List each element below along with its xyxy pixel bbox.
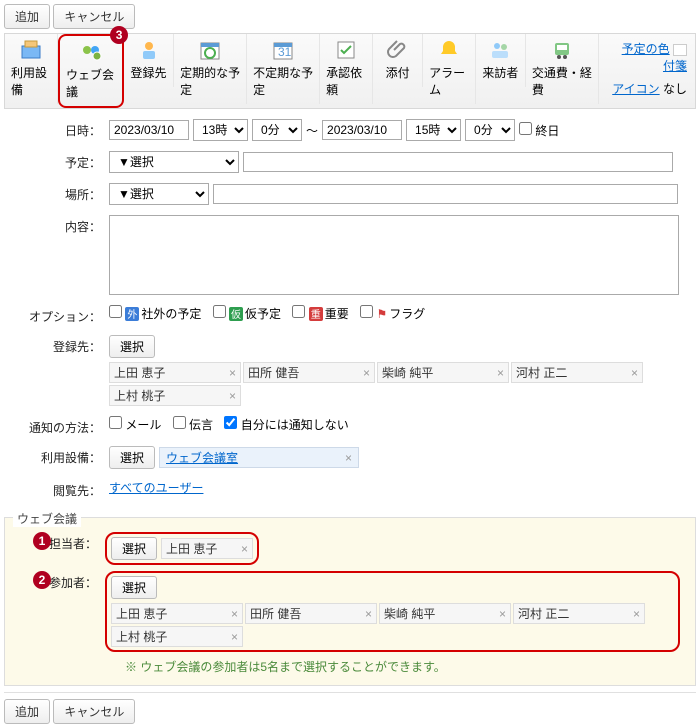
reg-tag: 田所 健吾× [243, 362, 375, 383]
tb-register[interactable]: 登録先 [124, 34, 174, 87]
icon-link[interactable]: アイコン [612, 82, 659, 96]
plan-text[interactable] [243, 152, 673, 172]
part-tag: 田所 健吾× [245, 603, 377, 624]
content-textarea[interactable] [109, 215, 679, 295]
part-tag: 上村 桃子× [111, 626, 243, 647]
opt-flag-check[interactable] [360, 305, 373, 318]
participants-note: ※ ウェブ会議の参加者は5名まで選択することができます。 [125, 658, 685, 675]
tb-web-meeting[interactable]: 3 ウェブ会議 [58, 34, 124, 108]
notify-dengon-check[interactable] [173, 416, 186, 429]
allday-label[interactable]: 終日 [519, 122, 559, 139]
viewers-label: 閲覧先： [14, 479, 109, 499]
place-text[interactable] [213, 184, 678, 204]
add-button-top[interactable]: 追加 [4, 4, 50, 29]
place-select[interactable]: ▼選択 [109, 183, 209, 205]
part-tag: 河村 正二× [513, 603, 645, 624]
tb-irregular[interactable]: 31不定期な予定 [247, 34, 320, 104]
hour-to[interactable]: 15時 [406, 119, 461, 141]
color-swatch[interactable] [673, 44, 687, 56]
allday-check[interactable] [519, 122, 532, 135]
host-select-btn[interactable]: 選択 [111, 537, 157, 560]
opt-important-check[interactable] [292, 305, 305, 318]
flag-icon: ⚑ [376, 307, 387, 321]
host-box: 選択 上田 恵子× [105, 532, 259, 565]
web-meeting-legend: ウェブ会議 [13, 510, 81, 527]
reg-tag: 上田 恵子× [109, 362, 241, 383]
remove-icon[interactable]: × [363, 366, 370, 380]
tb-alarm[interactable]: アラーム [423, 34, 476, 104]
svg-text:31: 31 [278, 45, 292, 59]
host-tag: 上田 恵子× [161, 538, 253, 559]
tb-attach[interactable]: 添付 [373, 34, 423, 87]
tb-facility[interactable]: 利用設備 [5, 34, 58, 104]
out-icon: 外 [125, 307, 139, 321]
toolbar-right: 予定の色 付箋 アイコン なし [599, 34, 695, 103]
part-tag: 上田 恵子× [111, 603, 243, 624]
notify-mail-check[interactable] [109, 416, 122, 429]
toolbar: 利用設備 3 ウェブ会議 登録先 定期的な予定 31不定期な予定 承認依頼 添付… [4, 33, 696, 109]
min-to[interactable]: 0分 [465, 119, 515, 141]
date-to[interactable] [322, 120, 402, 140]
tb-transport[interactable]: 交通費・経費 [526, 34, 599, 104]
form-area: 日時： 13時 0分 ～ 15時 0分 終日 予定： ▼選択 場所： ▼選択 内… [4, 109, 696, 513]
plan-label: 予定： [14, 151, 109, 171]
cancel-button-bottom[interactable]: キャンセル [53, 699, 135, 724]
content-label: 内容： [14, 215, 109, 235]
tb-recurring[interactable]: 定期的な予定 [174, 34, 247, 104]
remove-icon[interactable]: × [497, 366, 504, 380]
facility-link[interactable]: ウェブ会議室 [166, 449, 238, 466]
notify-none-check[interactable] [224, 416, 237, 429]
remove-icon[interactable]: × [241, 542, 248, 556]
register-tags: 上田 恵子× 田所 健吾× 柴崎 純平× 河村 正二× 上村 桃子× [109, 362, 643, 406]
web-meeting-section: ウェブ会議 1 担当者： 選択 上田 恵子× 2 参加者： 選択 上田 恵子× … [4, 517, 696, 686]
hour-from[interactable]: 13時 [193, 119, 248, 141]
remove-icon[interactable]: × [499, 607, 506, 621]
reg-tag: 柴崎 純平× [377, 362, 509, 383]
place-label: 場所： [14, 183, 109, 203]
participants-box: 選択 上田 恵子× 田所 健吾× 柴崎 純平× 河村 正二× 上村 桃子× [105, 571, 680, 652]
notify-label: 通知の方法： [14, 416, 109, 436]
option-label: オプション： [14, 305, 109, 325]
register-label: 登録先： [14, 335, 109, 355]
opt-out-check[interactable] [109, 305, 122, 318]
datetime-label: 日時： [14, 119, 109, 139]
important-icon: 重 [309, 307, 323, 321]
plan-select[interactable]: ▼選択 [109, 151, 239, 173]
callout-badge-1: 1 [33, 532, 51, 550]
register-select-btn[interactable]: 選択 [109, 335, 155, 358]
min-from[interactable]: 0分 [252, 119, 302, 141]
reg-tag: 河村 正二× [511, 362, 643, 383]
schedule-color-link[interactable]: 予定の色 [622, 42, 670, 56]
tilde: ～ [306, 122, 318, 139]
participants-label: 参加者： [15, 571, 105, 591]
facility-label: 利用設備： [14, 446, 109, 466]
remove-icon[interactable]: × [231, 607, 238, 621]
add-button-bottom[interactable]: 追加 [4, 699, 50, 724]
tentative-icon: 仮 [229, 307, 243, 321]
reg-tag: 上村 桃子× [109, 385, 241, 406]
sticky-link[interactable]: 付箋 [663, 59, 687, 73]
remove-icon[interactable]: × [345, 451, 352, 465]
remove-icon[interactable]: × [231, 630, 238, 644]
opt-tentative-check[interactable] [213, 305, 226, 318]
facility-select-btn[interactable]: 選択 [109, 446, 155, 469]
part-tag: 柴崎 純平× [379, 603, 511, 624]
date-from[interactable] [109, 120, 189, 140]
tb-visitor[interactable]: 来訪者 [476, 34, 526, 87]
remove-icon[interactable]: × [633, 607, 640, 621]
tb-approval[interactable]: 承認依頼 [320, 34, 373, 104]
remove-icon[interactable]: × [229, 389, 236, 403]
facility-tag: ウェブ会議室 × [159, 447, 359, 468]
remove-icon[interactable]: × [631, 366, 638, 380]
remove-icon[interactable]: × [229, 366, 236, 380]
cancel-button-top[interactable]: キャンセル [53, 4, 135, 29]
participants-select-btn[interactable]: 選択 [111, 576, 157, 599]
callout-badge-2: 2 [33, 571, 51, 589]
viewers-link[interactable]: すべてのユーザー [109, 479, 203, 496]
host-label: 担当者： [15, 532, 105, 552]
remove-icon[interactable]: × [365, 607, 372, 621]
